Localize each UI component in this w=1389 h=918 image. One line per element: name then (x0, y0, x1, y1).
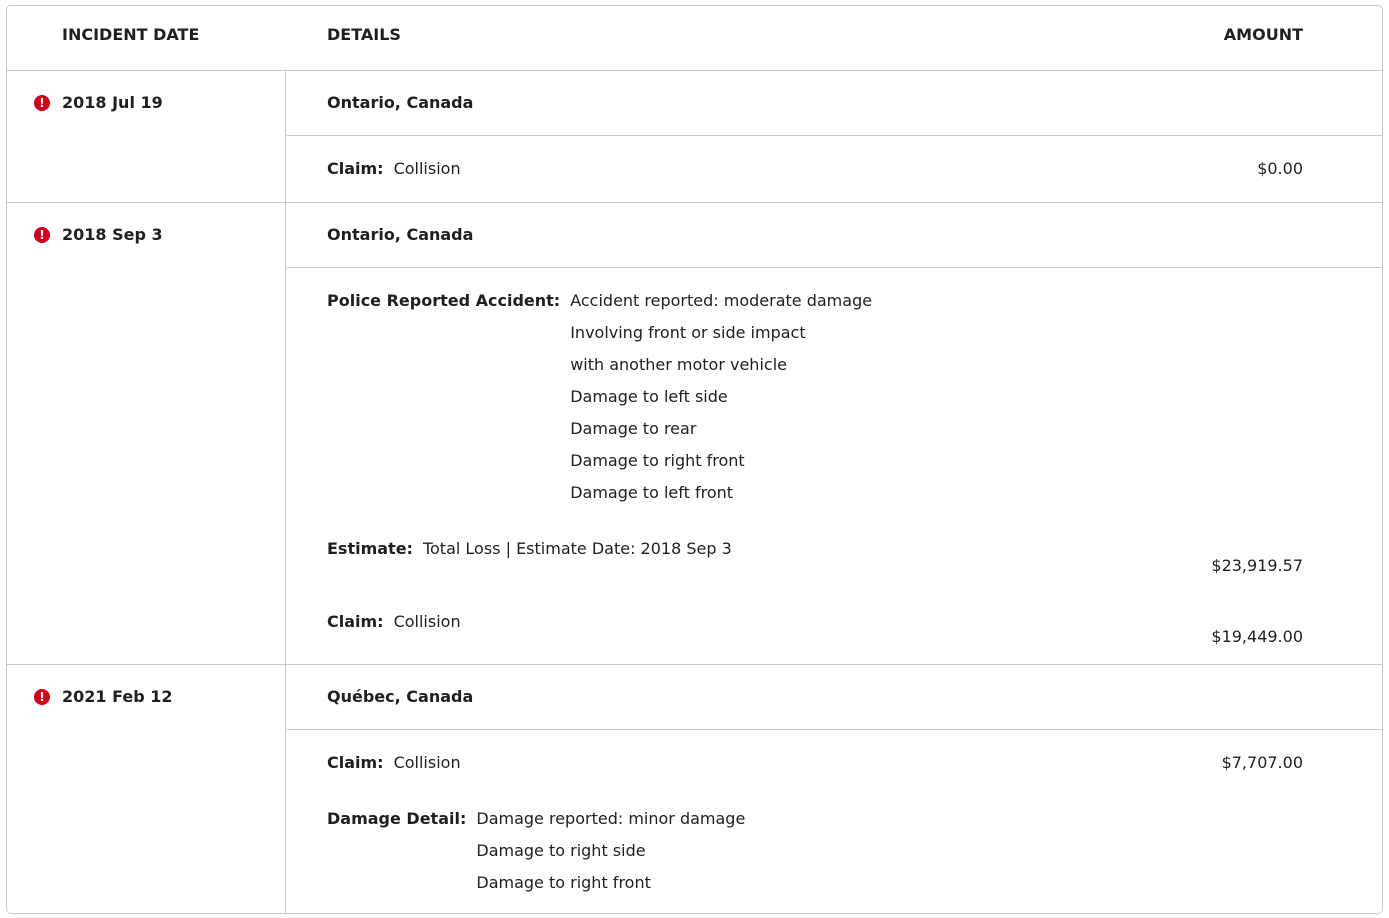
claim-label: Claim: (327, 612, 384, 631)
incident-date: 2021 Feb 12 (62, 687, 173, 706)
claim-line: Claim: Collision (327, 747, 461, 779)
police-detail: with another motor vehicle (570, 355, 787, 374)
damage-detail: Damage reported: minor damage (476, 809, 746, 828)
incident-location: Québec, Canada (287, 665, 1382, 730)
estimate-label: Estimate: (327, 539, 413, 558)
location-text: Ontario, Canada (327, 225, 474, 244)
damage-detail-line: Damage Detail: Damage reported: minor da… (327, 803, 745, 899)
alert-icon: ! (34, 688, 50, 705)
location-text: Ontario, Canada (327, 93, 474, 112)
incident-row: ! 2018 Jul 19 Ontario, Canada Claim: Col… (7, 71, 1382, 203)
estimate-line: Estimate: Total Loss | Estimate Date: 20… (327, 533, 732, 565)
column-header-amount: AMOUNT (1223, 25, 1303, 44)
estimate-value: Total Loss | Estimate Date: 2018 Sep 3 (422, 539, 732, 558)
claim-amount: $0.00 (1257, 159, 1303, 178)
claim-amount: $19,449.00 (1211, 627, 1303, 646)
incident-date: 2018 Sep 3 (62, 225, 163, 244)
claim-amount: $7,707.00 (1221, 753, 1303, 772)
incident-location: Ontario, Canada (287, 71, 1382, 136)
police-detail: Damage to rear (570, 419, 697, 438)
estimate-amount: $23,919.57 (1211, 556, 1303, 575)
alert-icon: ! (34, 226, 50, 243)
column-header-details: DETAILS (327, 25, 401, 44)
column-header-incident-date: INCIDENT DATE (62, 25, 200, 44)
police-detail: Damage to left side (570, 387, 728, 406)
incident-date-cell: ! 2021 Feb 12 (7, 665, 286, 913)
incident-row: ! 2018 Sep 3 Ontario, Canada Police Repo… (7, 203, 1382, 665)
claim-line: Claim: Collision (327, 606, 461, 638)
claim-value: Collision (393, 612, 461, 631)
claim-label: Claim: (327, 753, 384, 772)
claim-line: Claim: Collision (327, 153, 461, 185)
police-detail: Involving front or side impact (570, 323, 806, 342)
claim-value: Collision (393, 159, 461, 178)
location-text: Québec, Canada (327, 687, 474, 706)
alert-icon: ! (34, 94, 50, 111)
incident-history-table: INCIDENT DATE DETAILS AMOUNT ! 2018 Jul … (6, 5, 1383, 914)
table-header: INCIDENT DATE DETAILS AMOUNT (7, 6, 1382, 71)
damage-detail-label: Damage Detail: (327, 809, 467, 828)
claim-value: Collision (393, 753, 461, 772)
damage-detail: Damage to right front (476, 873, 651, 892)
claim-label: Claim: (327, 159, 384, 178)
incident-date: 2018 Jul 19 (62, 93, 163, 112)
police-report-details: Accident reported: moderate damage Invol… (570, 285, 872, 509)
police-detail: Accident reported: moderate damage (570, 291, 873, 310)
damage-details: Damage reported: minor damage Damage to … (476, 803, 745, 899)
incident-row: ! 2021 Feb 12 Québec, Canada Claim: Coll… (7, 665, 1382, 913)
incident-date-cell: ! 2018 Jul 19 (7, 71, 286, 202)
police-report-label: Police Reported Accident: (327, 291, 561, 310)
damage-detail: Damage to right side (476, 841, 646, 860)
incident-date-cell: ! 2018 Sep 3 (7, 203, 286, 664)
incident-location: Ontario, Canada (287, 203, 1382, 268)
police-detail: Damage to left front (570, 483, 734, 502)
police-detail: Damage to right front (570, 451, 745, 470)
police-report-line: Police Reported Accident: Accident repor… (327, 285, 872, 509)
